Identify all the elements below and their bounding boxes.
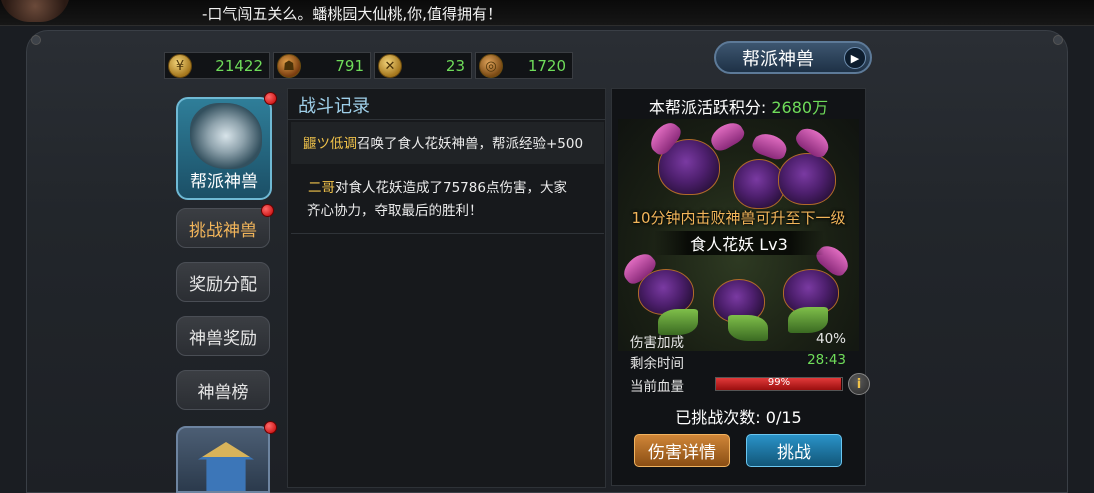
nav-beast-rewards[interactable]: 神兽奖励 <box>176 316 270 356</box>
damage-details-button-label: 伤害详情 <box>648 443 716 463</box>
guild-hall-icon <box>198 442 254 491</box>
stat-label: 伤害加成 <box>630 335 684 351</box>
currency-contribution-value: 1720 <box>527 56 566 75</box>
activity-label: 本帮派活跃积分: <box>648 98 767 117</box>
log-entry: 鼴ツ低调召唤了食人花妖神兽，帮派经验+500 <box>291 122 604 164</box>
activity-value: 2680万 <box>771 98 829 117</box>
info-icon[interactable]: i <box>848 373 870 395</box>
stat-hp: 当前血量 99% i <box>630 373 870 395</box>
guild-beast-button[interactable]: 帮派神兽 ▶ <box>714 41 872 74</box>
levelup-hint: 10分钟内击败神兽可升至下一级 <box>631 209 846 227</box>
currency-gold: ¥ 21422 <box>164 52 270 79</box>
player-avatar[interactable] <box>0 0 70 22</box>
nav-guild-hall[interactable] <box>176 426 270 493</box>
panel-rivet <box>1053 35 1063 45</box>
gold-coin-icon: ¥ <box>168 54 192 78</box>
contribution-medal-icon: ◎ <box>479 54 503 78</box>
news-ticker: -口气闯五关么。蟠桃园大仙桃,你,值得拥有！ <box>0 0 1094 26</box>
beast-portrait <box>190 103 262 169</box>
flower-head <box>778 153 836 205</box>
nav-challenge-beast[interactable]: 挑战神兽 <box>176 208 270 248</box>
nav-beast-rewards-label: 神兽奖励 <box>189 328 257 349</box>
damage-details-button[interactable]: 伤害详情 <box>634 434 730 467</box>
play-arrow-icon: ▶ <box>844 47 866 69</box>
challenge-count: 已挑战次数: 0/15 <box>675 408 802 427</box>
currency-contribution: ◎ 1720 <box>475 52 573 79</box>
stat-label: 剩余时间 <box>630 356 684 372</box>
notification-dot <box>261 204 274 217</box>
currency-beast: ☗ 791 <box>273 52 371 79</box>
guild-activity-score: 本帮派活跃积分: 2680万 <box>612 94 865 118</box>
nav-challenge-beast-label: 挑战神兽 <box>189 220 257 241</box>
stat-value: 40% <box>815 331 846 347</box>
hp-percent: 99% <box>767 377 791 388</box>
currency-beast-value: 791 <box>335 56 364 75</box>
currency-bar: ¥ 21422 ☗ 791 ✕ 23 ◎ 1720 <box>164 52 573 79</box>
nav-guild-beast-card[interactable]: 帮派神兽 <box>176 97 272 200</box>
nav-beast-ranking-label: 神兽榜 <box>197 382 249 403</box>
beast-level: Lv3 <box>759 235 788 254</box>
panel-rivet <box>31 35 41 45</box>
beast-head-icon: ☗ <box>277 54 301 78</box>
leaf <box>788 307 828 333</box>
currency-emblem-value: 23 <box>445 56 465 75</box>
currency-emblem: ✕ 23 <box>374 52 472 79</box>
battle-log[interactable]: 战斗记录 鼴ツ低调召唤了食人花妖神兽，帮派经验+500 二哥对食人花妖造成了75… <box>287 88 606 488</box>
notification-dot <box>264 421 277 434</box>
stat-damage-bonus: 伤害加成 40% <box>630 331 846 351</box>
stat-time-left: 剩余时间 28:43 <box>630 352 846 372</box>
ticker-message: -口气闯五关么。蟠桃园大仙桃,你,值得拥有！ <box>202 5 502 23</box>
challenge-button-label: 挑战 <box>777 443 811 463</box>
divider <box>291 233 604 234</box>
currency-gold-value: 21422 <box>215 56 263 75</box>
player-name[interactable]: 二哥 <box>308 180 335 196</box>
notification-dot <box>264 92 277 105</box>
hp-bar: 99% <box>715 377 843 391</box>
player-name[interactable]: 鼴ツ低调 <box>303 136 357 152</box>
nav-beast-ranking[interactable]: 神兽榜 <box>176 370 270 410</box>
swords-emblem-icon: ✕ <box>378 54 402 78</box>
nav-reward-distribution[interactable]: 奖励分配 <box>176 262 270 302</box>
beast-name: 食人花妖 <box>690 235 755 254</box>
petal <box>750 129 790 163</box>
stat-value: 28:43 <box>807 352 846 368</box>
log-entry-text: 对食人花妖造成了75786点伤害，大家 <box>335 180 567 196</box>
nav-card-label: 帮派神兽 <box>190 172 258 192</box>
beast-panel: 本帮派活跃积分: 2680万 10分钟内击败神兽可升至下一级 食人花妖 Lv3 … <box>611 88 870 486</box>
battle-log-title: 战斗记录 <box>298 96 370 117</box>
guild-beast-button-label: 帮派神兽 <box>742 48 814 70</box>
log-entry: 二哥对食人花妖造成了75786点伤害，大家 齐心协力，夺取最后的胜利！ <box>291 171 604 229</box>
beast-name-plate: 食人花妖 Lv3 <box>654 231 824 255</box>
log-entry-text-continued: 齐心协力，夺取最后的胜利！ <box>307 203 483 219</box>
beast-artwork[interactable]: 10分钟内击败神兽可升至下一级 食人花妖 Lv3 <box>618 119 859 351</box>
log-entry-text: 召唤了食人花妖神兽，帮派经验+500 <box>357 136 584 152</box>
stat-label: 当前血量 <box>630 379 684 395</box>
challenge-button[interactable]: 挑战 <box>746 434 842 467</box>
divider <box>288 119 605 120</box>
nav-reward-distribution-label: 奖励分配 <box>189 274 257 295</box>
